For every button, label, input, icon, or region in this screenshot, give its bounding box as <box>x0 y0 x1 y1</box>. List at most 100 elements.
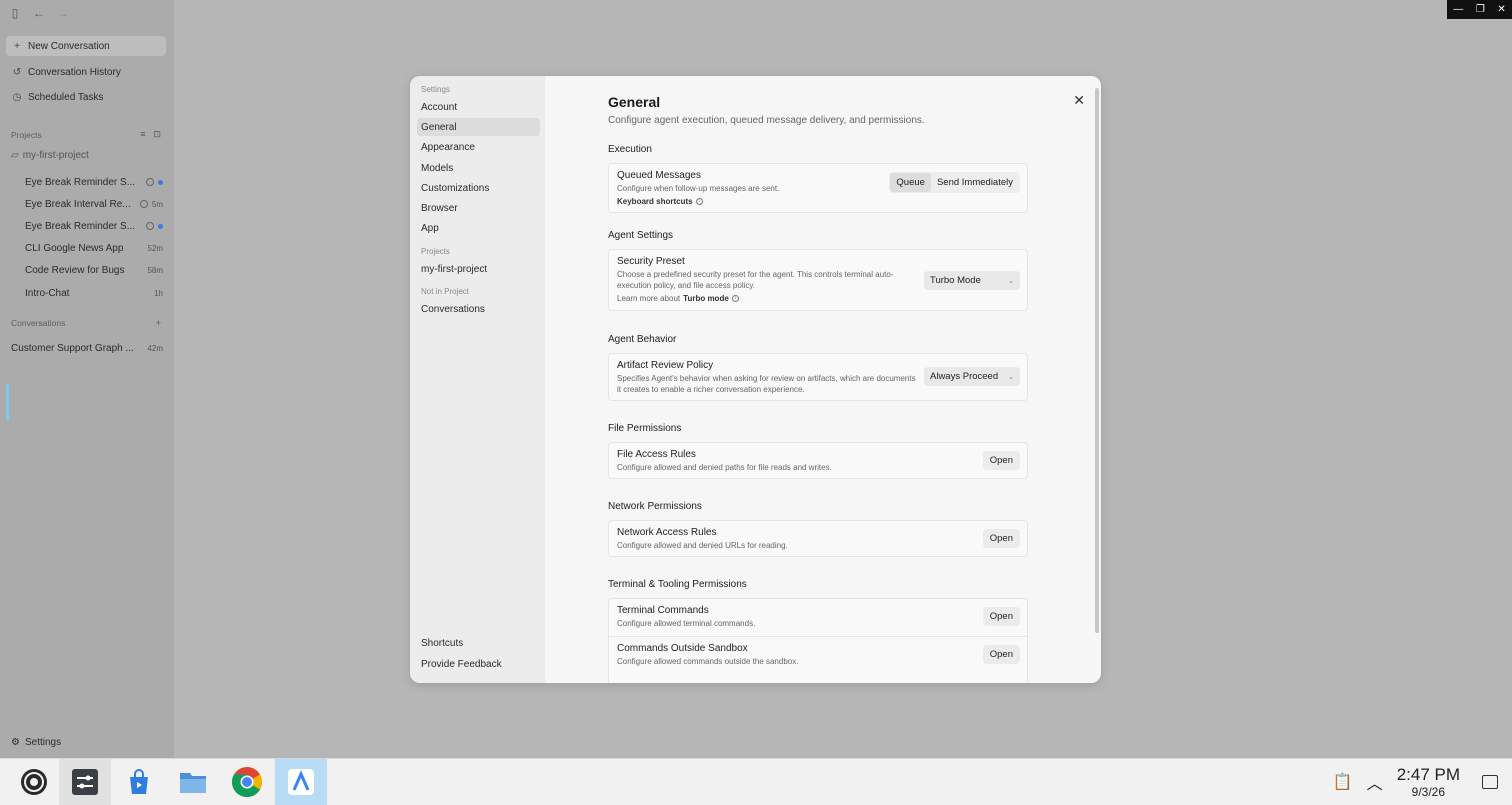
file-access-card: File Access Rules Configure allowed and … <box>608 442 1028 479</box>
artifact-review-select[interactable]: Always Proceed ⌄ <box>924 367 1020 386</box>
clock[interactable]: 2:47 PM 9/3/26 <box>1397 765 1460 799</box>
close-window-icon[interactable]: ✕ <box>1497 4 1505 15</box>
add-conversation-icon[interactable]: + <box>156 318 161 328</box>
file-access-open-button[interactable]: Open <box>982 451 1020 470</box>
project-conversation-item[interactable]: CLI Google News App 52m <box>25 240 163 256</box>
setting-name: File Access Rules <box>617 449 696 460</box>
schedule-icon <box>139 200 148 208</box>
back-arrow-icon[interactable]: ← <box>32 6 46 20</box>
setting-desc: Configure allowed and denied paths for f… <box>617 463 832 472</box>
taskbar-agent-app[interactable] <box>275 759 327 805</box>
section-agent-settings: Agent Settings <box>608 230 674 241</box>
taskbar-chrome-app[interactable] <box>221 759 273 805</box>
forward-arrow-icon[interactable]: → <box>56 6 70 20</box>
scheduled-tasks-button[interactable]: ◷ Scheduled Tasks <box>6 87 166 107</box>
queued-messages-card: Queued Messages Configure when follow-up… <box>608 163 1028 213</box>
chevron-down-icon: ⌄ <box>1008 277 1014 285</box>
project-folder[interactable]: ▱ my-first-project <box>11 150 89 161</box>
keyboard-shortcuts-link[interactable]: Keyboard shortcuts <box>617 197 693 206</box>
setting-name: Terminal Commands <box>617 605 709 616</box>
page-subtitle: Configure agent execution, queued messag… <box>608 115 925 126</box>
conversations-header: Conversations + <box>11 318 161 328</box>
resize-handle[interactable] <box>6 383 9 421</box>
setting-desc: Configure allowed and denied URLs for re… <box>617 541 788 550</box>
settings-sidebar: Settings Account General Appearance Mode… <box>410 76 545 683</box>
minimize-icon[interactable]: — <box>1453 4 1463 15</box>
filter-icon[interactable]: ≡ <box>140 129 145 140</box>
settings-menu-shortcuts[interactable]: Shortcuts <box>417 634 540 652</box>
sidebar-toggle-icon[interactable]: ▯ <box>8 6 22 20</box>
settings-menu-app[interactable]: App <box>417 219 540 237</box>
sliders-icon <box>72 769 98 795</box>
settings-menu-appearance[interactable]: Appearance <box>417 138 540 156</box>
section-file-permissions: File Permissions <box>608 423 682 434</box>
section-terminal-permissions: Terminal & Tooling Permissions <box>608 579 747 590</box>
setting-name: Security Preset <box>617 256 685 267</box>
setting-desc: Specifies Agent's behavior when asking f… <box>617 374 916 394</box>
settings-projects-header: Projects <box>421 247 450 256</box>
projects-header: Projects ≡ ⊡ <box>11 129 161 140</box>
new-folder-icon[interactable]: ⊡ <box>153 129 161 140</box>
page-title: General <box>608 94 661 110</box>
conversation-history-button[interactable]: ↺ Conversation History <box>6 62 166 82</box>
send-immediately-option[interactable]: Send Immediately <box>931 173 1019 192</box>
terminal-permissions-card: Terminal Commands Configure allowed term… <box>608 598 1028 683</box>
settings-menu-conversations[interactable]: Conversations <box>417 300 540 318</box>
settings-button[interactable]: ⚙ Settings <box>11 737 61 748</box>
taskbar-settings-app[interactable] <box>59 759 111 805</box>
launcher-button[interactable] <box>8 759 60 805</box>
settings-menu-project[interactable]: my-first-project <box>417 260 540 278</box>
plus-icon: + <box>14 40 20 52</box>
security-preset-card: Security Preset Choose a predefined secu… <box>608 249 1028 311</box>
unread-dot-icon <box>158 179 163 185</box>
settings-menu-customizations[interactable]: Customizations <box>417 179 540 197</box>
settings-menu-general[interactable]: General <box>417 118 540 136</box>
info-icon[interactable]: i <box>695 198 703 205</box>
turbo-mode-link[interactable]: Turbo mode <box>683 294 729 303</box>
restore-icon[interactable]: ❐ <box>1476 4 1485 15</box>
project-conversation-item[interactable]: Code Review for Bugs 58m <box>25 262 163 278</box>
clipboard-icon[interactable]: 📋 <box>1333 772 1353 792</box>
settings-menu-models[interactable]: Models <box>417 159 540 177</box>
project-conversation-item[interactable]: Eye Break Reminder S... <box>25 218 163 234</box>
taskbar-store-app[interactable] <box>113 759 165 805</box>
history-icon: ↺ <box>12 66 22 78</box>
settings-menu-browser[interactable]: Browser <box>417 199 540 217</box>
taskbar-files-app[interactable] <box>167 759 219 805</box>
sandbox-commands-open-button[interactable]: Open <box>982 645 1020 664</box>
setting-desc: Configure when follow-up messages are se… <box>617 184 780 193</box>
setting-name: Commands Outside Sandbox <box>617 643 748 654</box>
setting-desc: Configure allowed commands outside the s… <box>617 657 799 666</box>
terminal-commands-open-button[interactable]: Open <box>982 607 1020 626</box>
project-conversation-item[interactable]: Intro-Chat 1h <box>25 285 163 301</box>
schedule-icon <box>146 178 154 186</box>
network-access-card: Network Access Rules Configure allowed a… <box>608 520 1028 557</box>
gear-launcher-icon <box>21 769 47 795</box>
security-preset-select[interactable]: Turbo Mode ⌄ <box>924 271 1020 290</box>
project-conversation-item[interactable]: Eye Break Interval Re... 5m <box>25 196 163 212</box>
scrollbar[interactable] <box>1095 88 1099 633</box>
section-execution: Execution <box>608 144 652 155</box>
unread-dot-icon <box>158 223 163 229</box>
settings-menu-account[interactable]: Account <box>417 98 540 116</box>
store-bag-icon <box>130 769 148 794</box>
close-icon[interactable]: ✕ <box>1073 92 1085 109</box>
network-access-open-button[interactable]: Open <box>982 529 1020 548</box>
settings-menu-feedback[interactable]: Provide Feedback <box>417 655 540 673</box>
chevron-down-icon: ⌄ <box>1008 373 1014 381</box>
top-toolbar: ▯ ← → <box>8 6 70 20</box>
folder-icon: ▱ <box>11 150 19 161</box>
new-conversation-button[interactable]: + New Conversation <box>6 36 166 56</box>
chevron-up-icon[interactable]: ︿ <box>1367 770 1383 794</box>
settings-header: Settings <box>421 85 450 94</box>
info-icon[interactable]: i <box>731 295 739 302</box>
schedule-icon <box>146 222 154 230</box>
not-in-project-header: Not in Project <box>421 287 470 296</box>
queue-option[interactable]: Queue <box>890 173 931 192</box>
show-desktop-icon[interactable] <box>1482 775 1498 789</box>
conversation-item[interactable]: Customer Support Graph ... 42m <box>11 340 163 356</box>
setting-desc: Choose a predefined security preset for … <box>617 270 894 290</box>
window-controls: — ❐ ✕ <box>1447 0 1512 19</box>
project-conversation-item[interactable]: Eye Break Reminder S... <box>25 174 163 190</box>
artifact-review-card: Artifact Review Policy Specifies Agent's… <box>608 353 1028 401</box>
